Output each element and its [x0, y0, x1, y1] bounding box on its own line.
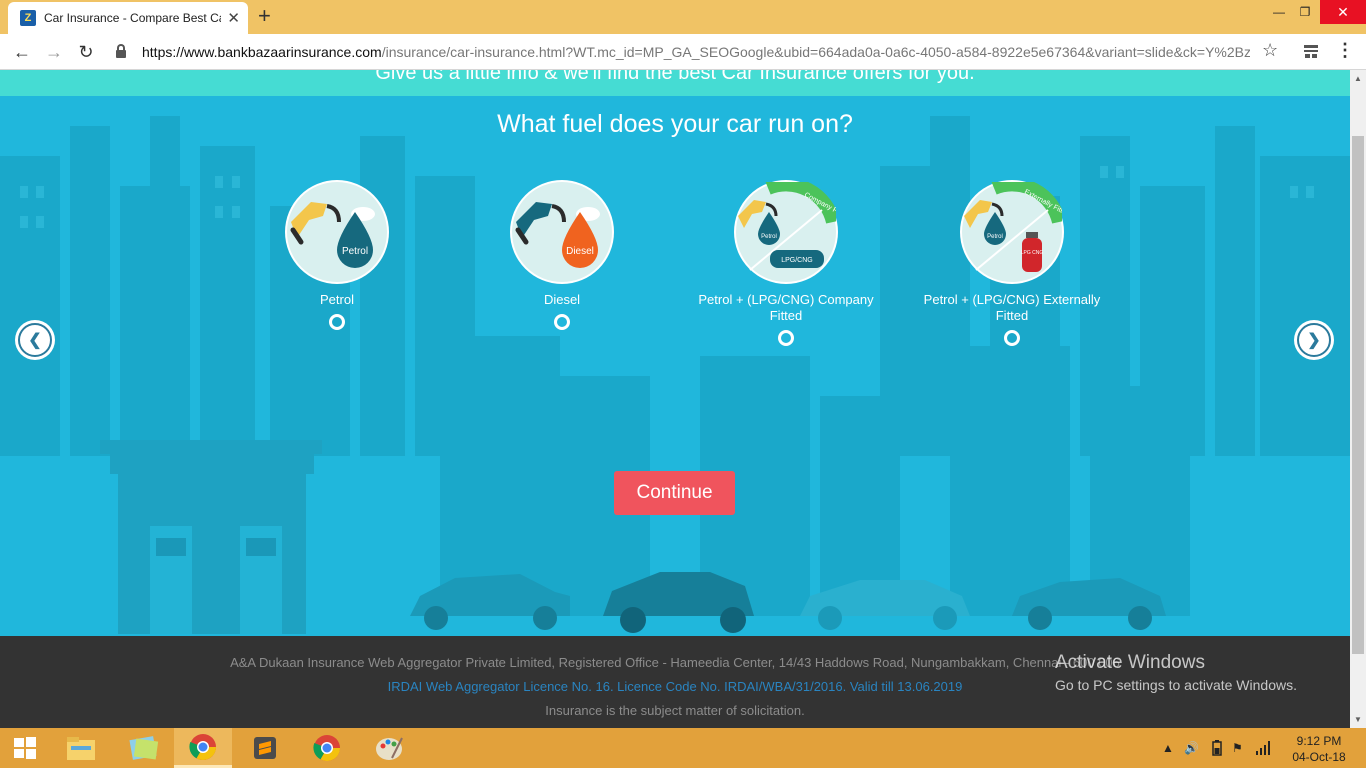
- info-banner: Give us a little info & we'll find the b…: [0, 70, 1350, 96]
- clock-time: 9:12 PM: [1296, 734, 1342, 748]
- continue-button[interactable]: Continue: [614, 471, 735, 515]
- menu-icon[interactable]: ⋮: [1336, 41, 1354, 59]
- taskbar-clock[interactable]: 9:12 PM 04-Oct-18: [1284, 733, 1354, 765]
- url-host: https://www.bankbazaarinsurance.com: [142, 44, 382, 60]
- tab-title: Car Insurance - Compare Best Ca: [44, 11, 222, 25]
- fuel-option-externally-fitted[interactable]: Externally Fitted Petrol LPG CNG Petrol …: [912, 180, 1112, 346]
- diesel-drop-label: Diesel: [566, 246, 594, 257]
- site-favicon-icon: Z: [20, 10, 36, 26]
- browser-toolbar: ← → ↻ https://www.bankbazaarinsurance.co…: [0, 34, 1366, 70]
- petrol-pump-icon: Petrol: [285, 180, 389, 284]
- action-center-flag-icon[interactable]: ⚑: [1232, 728, 1243, 768]
- fuel-radio-externally-fitted[interactable]: [1004, 330, 1020, 346]
- new-tab-button[interactable]: +: [258, 5, 271, 27]
- activate-title: Activate Windows: [1055, 652, 1205, 673]
- chrome-icon[interactable]: [174, 728, 232, 768]
- fuel-option-label: Petrol + (LPG/CNG) Company Fitted: [698, 292, 874, 323]
- photo-viewer-icon[interactable]: [114, 728, 172, 768]
- close-window-button[interactable]: ✕: [1320, 0, 1366, 24]
- chevron-right-icon: ❯: [1297, 323, 1331, 357]
- chevron-left-icon: ❮: [18, 323, 52, 357]
- footer-disclaimer: Insurance is the subject matter of solic…: [545, 703, 805, 718]
- scrollbar-thumb[interactable]: [1352, 136, 1364, 654]
- windows-taskbar: ▲ 🔊 ⚑ 9:12 PM 04-Oct-18: [0, 728, 1366, 768]
- external-drop-label: Petrol: [987, 234, 1003, 240]
- sublime-icon[interactable]: [236, 728, 294, 768]
- activate-subtitle: Go to PC settings to activate Windows.: [1055, 677, 1297, 693]
- file-explorer-icon[interactable]: [52, 728, 110, 768]
- external-tank-label: LPG CNG: [1021, 250, 1044, 256]
- scroll-up-icon[interactable]: ▲: [1354, 74, 1362, 83]
- network-signal-icon[interactable]: [1256, 728, 1272, 768]
- extension-icon[interactable]: [1302, 42, 1320, 60]
- fuel-radio-petrol[interactable]: [329, 314, 345, 330]
- address-bar[interactable]: https://www.bankbazaarinsurance.com/insu…: [142, 44, 1250, 60]
- chrome-icon[interactable]: [298, 728, 356, 768]
- reload-icon[interactable]: ↻: [74, 40, 98, 64]
- browser-tab[interactable]: Z Car Insurance - Compare Best Ca ✕: [8, 2, 248, 34]
- fuel-option-label: Petrol + (LPG/CNG) Externally Fitted: [923, 292, 1101, 323]
- fuel-option-diesel[interactable]: Diesel Diesel: [462, 180, 662, 330]
- paint-icon[interactable]: [360, 728, 418, 768]
- activate-windows-watermark: Activate Windows Go to PC settings to ac…: [1055, 652, 1297, 693]
- battery-icon[interactable]: [1212, 728, 1222, 768]
- url-path: /insurance/car-insurance.html?WT.mc_id=M…: [381, 44, 1250, 60]
- back-icon[interactable]: ←: [10, 40, 34, 64]
- city-skyline-illustration: [0, 116, 1350, 634]
- tab-close-icon[interactable]: ✕: [227, 11, 240, 26]
- externally-fitted-icon: Externally Fitted Petrol LPG CNG: [960, 180, 1064, 284]
- page-scrollbar[interactable]: ▲ ▼: [1350, 70, 1366, 728]
- company-fitted-icon: Company Fitted Petrol LPG/CNG: [734, 180, 838, 284]
- lock-icon[interactable]: [116, 44, 126, 58]
- page-content: Give us a little info & we'll find the b…: [0, 70, 1350, 728]
- petrol-drop-label: Petrol: [342, 246, 368, 257]
- fuel-option-label: Diesel: [543, 292, 581, 307]
- company-tank-label: LPG/CNG: [781, 257, 813, 264]
- fuel-radio-diesel[interactable]: [554, 314, 570, 330]
- fuel-radio-company-fitted[interactable]: [778, 330, 794, 346]
- diesel-pump-icon: Diesel: [510, 180, 614, 284]
- question-heading: What fuel does your car run on?: [497, 110, 853, 138]
- star-icon[interactable]: ☆: [1262, 40, 1278, 61]
- scroll-down-icon[interactable]: ▼: [1354, 715, 1362, 724]
- carousel-prev-button[interactable]: ❮: [15, 320, 55, 360]
- windows-start-icon[interactable]: [0, 728, 50, 768]
- volume-icon[interactable]: 🔊: [1184, 728, 1199, 768]
- forward-icon[interactable]: →: [42, 40, 66, 64]
- fuel-option-petrol[interactable]: Petrol Petrol: [237, 180, 437, 330]
- browser-titlebar: Z Car Insurance - Compare Best Ca ✕ + — …: [0, 0, 1366, 34]
- carousel-next-button[interactable]: ❯: [1294, 320, 1334, 360]
- fuel-option-company-fitted[interactable]: Company Fitted Petrol LPG/CNG Petrol + (…: [686, 180, 886, 346]
- banner-text: Give us a little info & we'll find the b…: [375, 70, 975, 84]
- fuel-option-label: Petrol: [320, 292, 354, 307]
- maximize-button[interactable]: ❐: [1290, 0, 1320, 24]
- show-hidden-icons-icon[interactable]: ▲: [1162, 728, 1174, 768]
- company-drop-label: Petrol: [761, 234, 777, 240]
- clock-date: 04-Oct-18: [1292, 750, 1346, 764]
